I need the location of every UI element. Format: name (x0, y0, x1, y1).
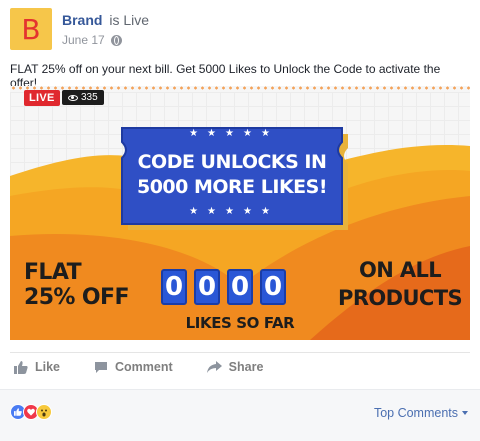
avatar-letter: B (21, 12, 41, 46)
live-status-text: is Live (109, 12, 150, 28)
comment-label: Comment (115, 360, 173, 374)
banner-line-1: CODE UNLOCKS IN (137, 151, 327, 173)
code-banner: ★★★★★ CODE UNLOCKS IN 5000 MORE LIKES! ★… (118, 126, 358, 246)
like-button[interactable]: Like (14, 360, 60, 374)
caret-down-icon (462, 411, 468, 415)
counter-digit: 0 (227, 269, 253, 305)
stars-bottom: ★★★★★ (189, 206, 279, 217)
like-label: Like (35, 360, 61, 374)
share-label: Share (228, 360, 264, 374)
stars-top: ★★★★★ (189, 128, 279, 139)
divider (10, 352, 470, 353)
likes-counter: 0 0 0 0 (161, 269, 286, 305)
discount-line-1: FLAT (24, 260, 82, 285)
action-bar: Like Comment Share (14, 360, 263, 374)
discount-line-2: 25% OFF (24, 285, 129, 310)
banner-line-2: 5000 MORE LIKES! (136, 176, 328, 198)
comment-button[interactable]: Comment (94, 360, 173, 374)
discount-text: FLAT 25% OFF (24, 260, 129, 310)
share-button[interactable]: Share (206, 360, 264, 374)
globe-icon (110, 34, 122, 46)
page-title-line: Brand is Live (62, 12, 149, 28)
viewer-count: 335 (81, 92, 98, 103)
page-avatar[interactable]: B (10, 8, 52, 50)
post-header: B Brand is Live June 17 (10, 8, 470, 52)
viewer-count-badge: 335 (62, 90, 104, 105)
reaction-summary[interactable] (10, 404, 52, 420)
thumbs-up-icon (14, 360, 28, 374)
wow-reaction-icon (36, 404, 52, 420)
eye-icon (68, 94, 78, 101)
top-comments-dropdown[interactable]: Top Comments (374, 406, 468, 420)
live-badge: LIVE (24, 90, 60, 106)
products-text: ON ALL PRODUCTS (338, 256, 463, 312)
post-meta: June 17 (62, 33, 122, 47)
counter-digit: 0 (260, 269, 286, 305)
top-comments-label: Top Comments (373, 406, 458, 420)
counter-digit: 0 (161, 269, 187, 305)
page-name-link[interactable]: Brand (62, 12, 102, 28)
post-date[interactable]: June 17 (62, 33, 105, 47)
counter-digit: 0 (194, 269, 220, 305)
share-icon (206, 360, 222, 373)
post-footer: Top Comments (0, 389, 480, 441)
comment-icon (95, 361, 108, 373)
live-video[interactable]: LIVE 335 ★★★★★ CODE UNLOCKS IN 5000 MORE… (10, 86, 470, 340)
products-line-2: PRODUCTS (338, 286, 463, 310)
banner-headline: CODE UNLOCKS IN 5000 MORE LIKES! (112, 150, 352, 200)
likes-caption: LIKES SO FAR (185, 314, 295, 332)
products-line-1: ON ALL (358, 258, 442, 282)
